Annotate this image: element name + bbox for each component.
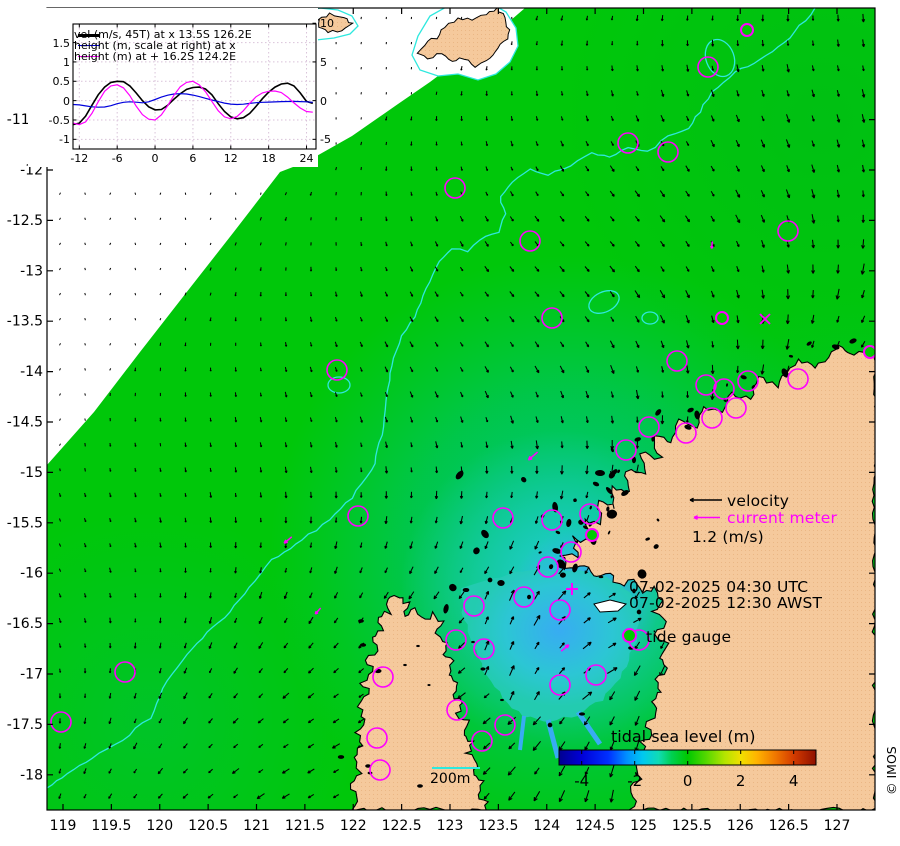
map-x-axis-label: 123 — [436, 818, 464, 834]
inset-tick-label: 18 — [261, 152, 276, 165]
map-x-axis-label: 120 — [146, 818, 174, 834]
colorbar-tick-label: -4 — [574, 772, 590, 790]
tide-gauge-marker — [740, 23, 754, 37]
map-x-axis-label: 124 — [533, 818, 561, 834]
map-x-axis-label: 125.5 — [671, 818, 712, 834]
inset-tick-label: -6 — [111, 152, 123, 165]
map-x-axis-label: 126 — [726, 818, 754, 834]
tide-gauge-legend-icon — [622, 628, 637, 643]
map-y-axis-label: -15.5 — [7, 515, 43, 531]
colorbar-tick-label: 4 — [788, 772, 799, 790]
map-y-axis-label: -14 — [20, 364, 43, 380]
inset-tick-label: -5 — [320, 133, 331, 147]
map-y-axis-label: -15 — [20, 465, 43, 481]
map-x-axis-label: 122.5 — [381, 818, 422, 834]
isobath-label: 200m — [430, 771, 471, 787]
tidal-model-figure: -1 1.5 -12 -12.5 -13 -13.5 -14 -14.5 -15 -15.5 -16… — [0, 0, 900, 846]
reference-speed-label: 1.2 (m/s) — [692, 528, 764, 546]
map-x-axis-label: 125 — [630, 818, 657, 834]
colorbar-tick-label: -2 — [627, 772, 643, 790]
map-x-axis-label: 121 — [243, 818, 270, 834]
inset-tick-label: 1.5 — [52, 36, 71, 50]
inset-tick-label: -0.5 — [48, 113, 70, 127]
map-y-axis-label: -16.5 — [7, 616, 43, 632]
map-x-axis-label: 127 — [823, 818, 851, 834]
map-y-axis-label: -16 — [20, 566, 43, 582]
map-y-axis-label: -17.5 — [7, 717, 43, 733]
inset-tick-label: 0 — [320, 94, 327, 108]
colorbar-tick-label: 0 — [682, 772, 693, 790]
current-meter-legend-label: current meter — [727, 509, 838, 527]
inset-tick-label: 10 — [320, 17, 334, 31]
datetime-awst: 07-02-2025 12:30 AWST — [629, 594, 823, 612]
inset-legend-height-plus: height (m) at + 16.2S 124.2E — [74, 50, 237, 63]
map-x-axis-label: 122 — [339, 818, 367, 834]
map-x-axis-label: 120.5 — [188, 818, 229, 834]
map-x-axis-label: 121.5 — [284, 818, 325, 834]
inset-tick-label: 5 — [320, 55, 327, 69]
inset-tick-label: 0 — [151, 152, 159, 165]
map-x-axis-label: 119 — [49, 818, 77, 834]
colorbar-tick-label: 2 — [735, 772, 746, 790]
inset-chart: vel (m/s, 45T) at x 13.5S 126.2E height … — [28, 8, 334, 167]
map-x-axis-label: 126.5 — [768, 818, 809, 834]
colorbar — [558, 749, 817, 766]
inset-tick-label: 0 — [63, 94, 70, 108]
map-y-axis-label: -13 — [20, 263, 43, 279]
map-x-axis-label: 123.5 — [478, 818, 519, 834]
tide-gauge-marker — [863, 345, 875, 359]
map-y-axis-label: -14.5 — [7, 415, 43, 431]
inset-tick-label: -1 — [59, 133, 70, 147]
map-x-axis-label: 124.5 — [575, 818, 616, 834]
inset-tick-label: -12 — [70, 152, 89, 165]
attribution-text: © IMOS 11-Dec-2024 08:29:32 out71_13c . … — [884, 746, 900, 795]
inset-tick-label: 0.5 — [52, 75, 71, 89]
colorbar-title: tidal sea level (m) — [611, 727, 756, 746]
tide-gauge-marker — [585, 528, 599, 542]
map-y-axis-label: -17 — [20, 667, 43, 683]
map-y-axis-label: -18 — [20, 767, 43, 783]
inset-tick-label: 24 — [299, 152, 314, 165]
map-y-axis-label: -13.5 — [7, 314, 43, 330]
inset-tick-label: 6 — [189, 152, 197, 165]
map-x-axis-label: 119.5 — [91, 818, 132, 834]
map-y-axis-label: -12.5 — [7, 213, 43, 229]
tide-gauge-legend-label: tide gauge — [646, 628, 732, 646]
inset-tick-label: 1 — [63, 55, 70, 69]
velocity-legend-label: velocity — [727, 492, 790, 510]
tide-gauge-marker — [715, 311, 729, 325]
inset-tick-label: 12 — [223, 152, 238, 165]
